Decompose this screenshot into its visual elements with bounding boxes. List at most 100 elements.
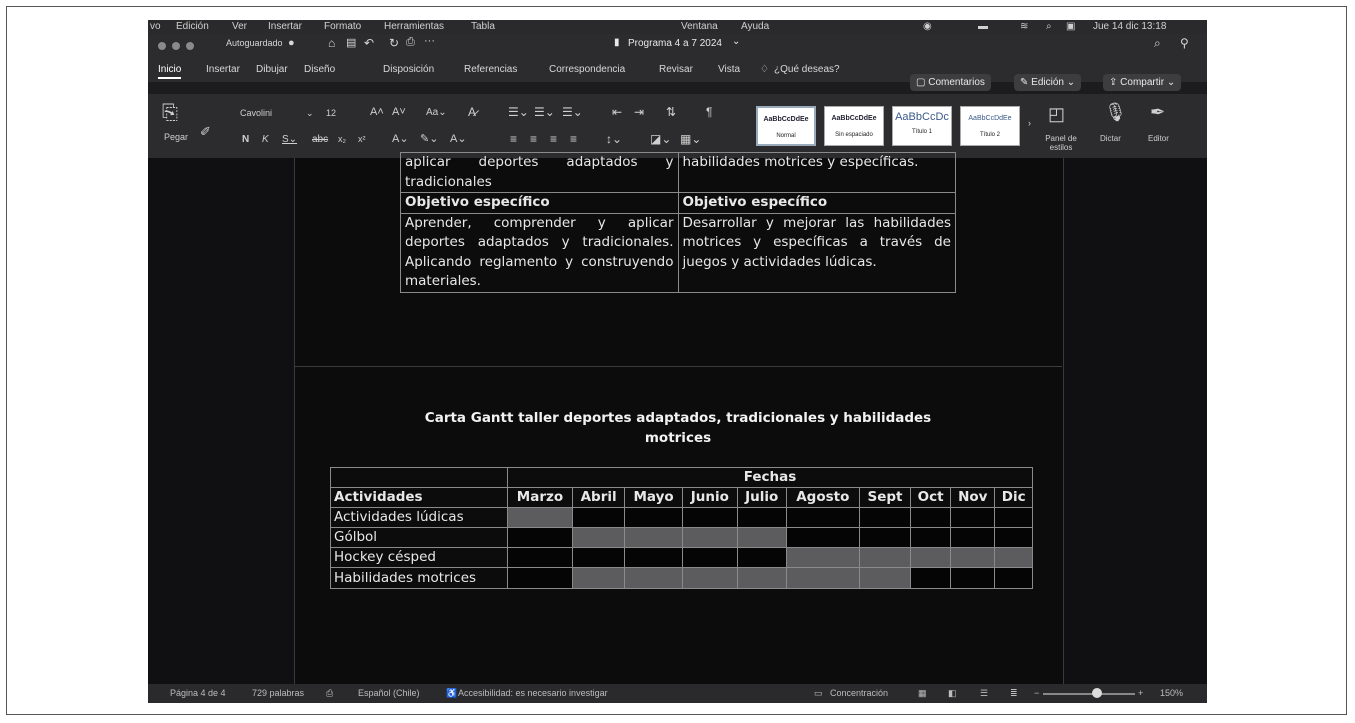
strikethrough-icon[interactable]: abc (312, 134, 328, 145)
month-header[interactable]: Oct (910, 487, 952, 508)
paste-label[interactable]: Pegar (164, 132, 188, 142)
gantt-cell-empty[interactable] (950, 507, 996, 528)
tab-dibujar[interactable]: Dibujar (256, 64, 288, 75)
gantt-cell-empty[interactable] (507, 527, 573, 548)
gantt-cell-empty[interactable] (624, 547, 683, 568)
gantt-cell-empty[interactable] (950, 527, 996, 548)
minimize-window-button[interactable] (172, 42, 180, 50)
superscript-icon[interactable]: x² (358, 134, 366, 144)
menu-clock[interactable]: Jue 14 dic 13:18 (1093, 20, 1166, 34)
clear-formatting-icon[interactable]: A̷ (468, 105, 476, 119)
control-center-icon[interactable]: ▣ (1066, 20, 1075, 34)
menu-item-edit[interactable]: Edición (176, 20, 209, 34)
zoom-out-icon[interactable]: − (1034, 684, 1039, 703)
gantt-cell-active[interactable] (736, 527, 787, 548)
battery-icon[interactable]: ▬ (978, 20, 988, 34)
editor-icon[interactable]: ✒ (1150, 102, 1165, 123)
month-header[interactable]: Sept (858, 487, 912, 508)
document-canvas[interactable]: aplicar deportes adaptados y tradicional… (148, 152, 1207, 688)
gantt-cell-empty[interactable] (507, 547, 573, 568)
zoom-slider[interactable] (1043, 693, 1135, 695)
activity-name[interactable]: Habilidades motrices (330, 567, 508, 589)
table-cell[interactable]: Aprender, comprender y aplicar deportes … (400, 212, 679, 293)
month-header[interactable]: Abril (571, 487, 626, 508)
align-center-icon[interactable]: ≡ (530, 132, 537, 146)
styles-pane-label[interactable]: Panel de estilos (1044, 134, 1078, 152)
gantt-cell-active[interactable] (571, 567, 626, 589)
microphone-icon[interactable]: 🎙 (1104, 102, 1127, 123)
tab-inicio[interactable]: Inicio (158, 64, 182, 79)
multilevel-list-icon[interactable]: ☰⌄ (562, 105, 583, 119)
editor-label[interactable]: Editor (1148, 134, 1169, 143)
shading-icon[interactable]: ◪⌄ (650, 132, 671, 146)
font-color-icon[interactable]: A⌄ (450, 132, 467, 145)
grow-font-icon[interactable]: A˄ (370, 106, 384, 118)
table-cell[interactable]: habilidades motrices y específicas. (677, 152, 956, 193)
share-button[interactable]: ⇪ Compartir ⌄ (1103, 74, 1182, 91)
gantt-cell-empty[interactable] (571, 507, 626, 528)
home-icon[interactable]: ⌂ (328, 36, 335, 50)
style-normal[interactable]: AaBbCcDdEe Normal (756, 106, 816, 146)
gantt-cell-active[interactable] (785, 547, 860, 568)
language-status[interactable]: Español (Chile) (358, 684, 420, 703)
font-size-select[interactable]: 12 (326, 108, 336, 118)
gantt-cell-empty[interactable] (507, 567, 573, 589)
gantt-cell-active[interactable] (910, 547, 952, 568)
styles-gallery-more-icon[interactable]: › (1028, 118, 1031, 128)
style-heading-2[interactable]: AaBbCcDdEe Título 2 (960, 106, 1020, 146)
menu-item-help[interactable]: Ayuda (741, 20, 769, 34)
draft-view-icon[interactable]: ≣ (1010, 684, 1018, 703)
dates-header[interactable]: Fechas (507, 467, 1033, 488)
text-effects-icon[interactable]: A⌄ (392, 132, 409, 145)
change-case-icon[interactable]: Aa⌄ (426, 107, 447, 118)
align-left-icon[interactable]: ≡ (510, 132, 517, 146)
gantt-cell-empty[interactable] (681, 547, 738, 568)
highlight-icon[interactable]: ✎⌄ (420, 132, 438, 145)
justify-icon[interactable]: ≡ (570, 132, 577, 146)
gantt-cell-empty[interactable] (785, 527, 860, 548)
menu-item-format[interactable]: Formato (324, 20, 361, 34)
tab-insertar[interactable]: Insertar (206, 64, 240, 75)
align-right-icon[interactable]: ≡ (550, 132, 557, 146)
zoom-window-button[interactable] (186, 42, 194, 50)
share-people-icon[interactable]: ⚲ (1180, 36, 1189, 50)
table-cell[interactable]: aplicar deportes adaptados y tradicional… (400, 152, 679, 193)
tab-vista[interactable]: Vista (718, 64, 740, 75)
status-menu-icon[interactable]: ◉ (923, 20, 932, 34)
editing-mode-button[interactable]: ✎ Edición ⌄ (1014, 74, 1082, 91)
wifi-icon[interactable]: ≋ (1020, 20, 1028, 34)
style-no-spacing[interactable]: AaBbCcDdEe Sin espaciado (824, 106, 884, 146)
gantt-cell-empty[interactable] (736, 507, 787, 528)
more-icon[interactable]: ··· (424, 35, 435, 47)
month-header[interactable]: Nov (950, 487, 996, 508)
activity-name[interactable]: Gólbol (330, 527, 508, 548)
tab-correspondencia[interactable]: Correspondencia (549, 64, 625, 75)
gantt-cell-active[interactable] (785, 567, 860, 589)
gantt-cell-active[interactable] (950, 547, 996, 568)
gantt-cell-active[interactable] (994, 547, 1033, 568)
gantt-cell-empty[interactable] (785, 507, 860, 528)
menu-item-view[interactable]: Ver (232, 20, 247, 34)
activities-header[interactable]: Actividades (330, 487, 508, 508)
print-icon[interactable]: ⎙ (406, 36, 415, 49)
gantt-cell-empty[interactable] (571, 547, 626, 568)
menu-item-table[interactable]: Tabla (471, 20, 495, 34)
dictate-label[interactable]: Dictar (1100, 134, 1121, 143)
activity-name[interactable]: Actividades lúdicas (330, 507, 508, 528)
document-title[interactable]: Programa 4 a 7 2024 (628, 38, 722, 49)
gantt-cell-active[interactable] (858, 567, 912, 589)
month-header[interactable]: Julio (736, 487, 787, 508)
month-header[interactable]: Mayo (624, 487, 683, 508)
chevron-down-icon[interactable]: ⌄ (732, 36, 740, 47)
gantt-cell-empty[interactable] (858, 507, 912, 528)
close-window-button[interactable] (158, 42, 166, 50)
chevron-down-icon[interactable]: ⌄ (306, 108, 314, 119)
styles-pane-icon[interactable]: ◰ (1048, 104, 1065, 125)
search-icon[interactable]: ⌕ (1154, 36, 1161, 51)
gantt-cell-active[interactable] (736, 567, 787, 589)
gantt-cell-active[interactable] (507, 507, 573, 528)
month-header[interactable]: Marzo (507, 487, 573, 508)
table-header-cell[interactable]: Objetivo específico (677, 192, 956, 214)
gantt-cell-empty[interactable] (858, 527, 912, 548)
web-layout-icon[interactable]: ◧ (948, 684, 957, 703)
